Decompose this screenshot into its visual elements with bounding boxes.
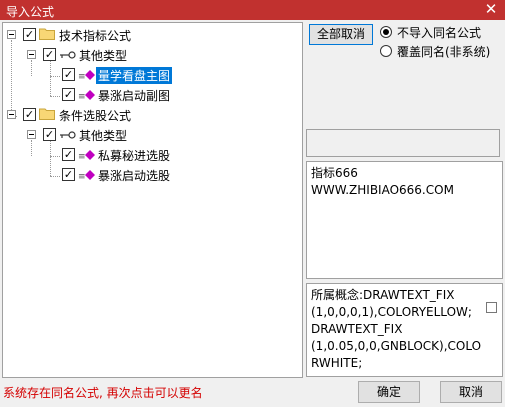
folder-icon [39,108,55,120]
checkbox-other-types[interactable]: ✓ [43,48,56,61]
key-icon [60,131,76,139]
tree-connector [31,60,32,76]
concept-panel: 所属概念:DRAWTEXT_FIX (1,0,0,0,1),COLORYELLO… [306,283,503,377]
formula-icon: ≡ [78,150,95,161]
folder-icon [39,28,55,40]
tree-label-formula-item[interactable]: 量学看盘主图 [96,67,173,84]
tree-label-other-types[interactable]: 其他类型 [79,127,127,144]
tree-connector [50,176,60,177]
concept-line: DRAWTEXT_FIX [311,322,403,336]
checkbox-formula-item[interactable]: ✓ [62,148,75,161]
collapse-toggle[interactable] [27,50,36,59]
deselect-all-button[interactable]: 全部取消 [309,24,373,45]
checkbox-formula-item[interactable]: ✓ [62,88,75,101]
tree-connector [50,60,51,96]
close-icon[interactable]: ✕ [483,1,499,17]
tree-label-tech-formulas[interactable]: 技术指标公式 [59,27,131,44]
svg-text:≡: ≡ [78,152,86,161]
formula-tree[interactable]: ✓ 技术指标公式 ✓ 其他类型 ✓ ≡ 量学看盘主图 ✓ ≡ 暴涨启动副图 ✓ … [2,22,303,378]
svg-text:≡: ≡ [78,72,86,81]
radio-skip-duplicates[interactable] [380,26,392,38]
concept-checkbox[interactable] [486,302,497,313]
formula-icon: ≡ [78,90,95,101]
tree-label-formula-item[interactable]: 暴涨启动选股 [98,167,170,184]
checkbox-formula-item[interactable]: ✓ [62,68,75,81]
concept-line: (1,0.05,0,0,GNBLOCK),COLO [311,339,482,353]
tree-connector [50,96,60,97]
concept-line: RWHITE; [311,356,363,370]
radio-label-overwrite-duplicates[interactable]: 覆盖同名(非系统) [397,43,490,60]
cancel-button[interactable]: 取消 [440,381,502,403]
svg-text:≡: ≡ [78,92,86,101]
checkbox-other-types[interactable]: ✓ [43,128,56,141]
checkbox-formula-item[interactable]: ✓ [62,168,75,181]
info-line-name: 指标666 [311,166,358,180]
tree-connector [50,156,60,157]
formula-info-panel: 指标666 WWW.ZHIBIAO666.COM [306,161,503,279]
formula-icon: ≡ [78,170,95,181]
radio-label-skip-duplicates[interactable]: 不导入同名公式 [397,24,481,41]
tree-label-other-types[interactable]: 其他类型 [79,47,127,64]
tree-connector [50,76,60,77]
collapse-toggle[interactable] [27,130,36,139]
concept-line: 所属概念:DRAWTEXT_FIX [311,288,455,302]
empty-panel [306,129,500,157]
checkbox-stock-selection[interactable]: ✓ [23,108,36,121]
svg-text:≡: ≡ [78,172,86,181]
ok-button[interactable]: 确定 [358,381,420,403]
collapse-toggle[interactable] [7,110,16,119]
collapse-toggle[interactable] [7,30,16,39]
title-bar: 导入公式 ✕ [0,0,505,20]
window-title: 导入公式 [6,5,55,19]
concept-line: (1,0,0,0,1),COLORYELLOW; [311,305,472,319]
formula-icon: ≡ [78,70,95,81]
tree-label-stock-selection[interactable]: 条件选股公式 [59,107,131,124]
info-line-url: WWW.ZHIBIAO666.COM [311,183,454,197]
tree-label-formula-item[interactable]: 私募秘进选股 [98,147,170,164]
tree-connector [50,140,51,176]
tree-label-formula-item[interactable]: 暴涨启动副图 [98,87,170,104]
tree-connector [31,140,32,156]
tree-connector [11,40,12,116]
key-icon [60,51,76,59]
radio-overwrite-duplicates[interactable] [380,45,392,57]
status-message: 系统存在同名公式, 再次点击可以更名 [3,386,203,400]
checkbox-tech-formulas[interactable]: ✓ [23,28,36,41]
